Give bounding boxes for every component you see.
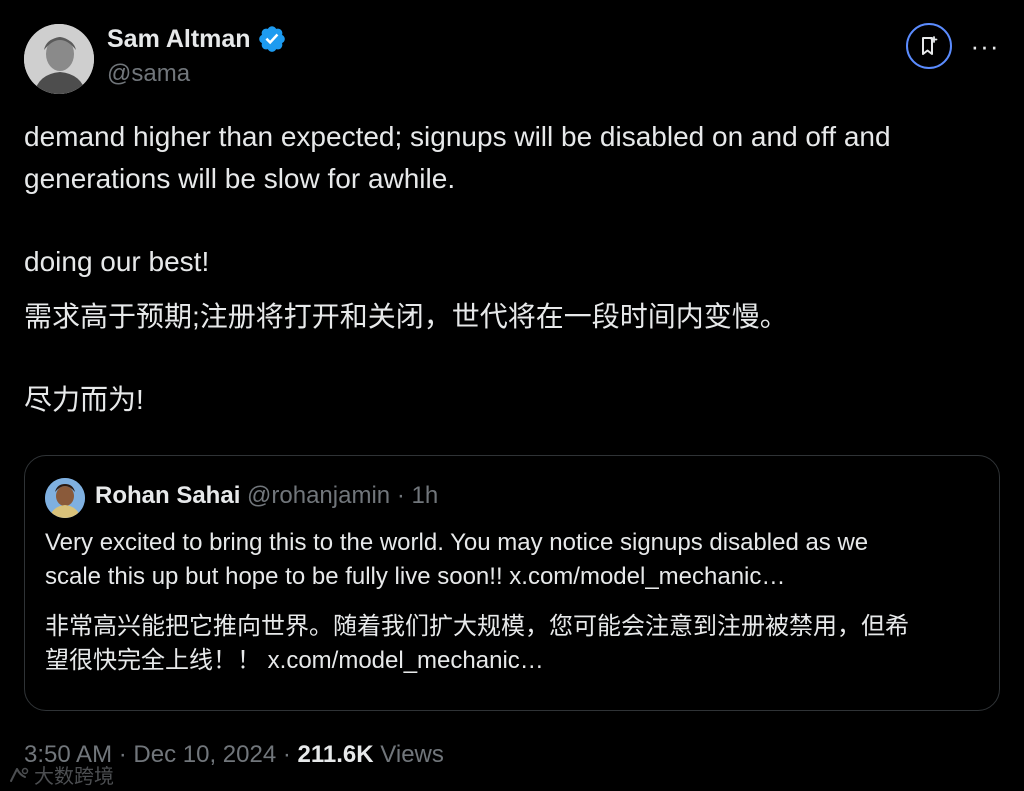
quote-text: Very excited to bring this to the world.… — [45, 526, 985, 678]
quote-line: Very excited to bring this to the world.… — [45, 529, 869, 556]
grok-icon — [922, 36, 938, 55]
quote-line: scale this up but hope to be fully live … — [45, 563, 786, 590]
meta-separator: · — [282, 741, 291, 768]
tweet-line: generations will be slow for awhile. — [24, 163, 456, 194]
tweet-line: 需求高于预期;注册将打开和关闭，世代将在一段时间内变慢。 — [24, 301, 788, 332]
author-avatar[interactable] — [24, 24, 94, 94]
quote-avatar[interactable] — [45, 478, 85, 518]
quote-line: 非常高兴能把它推向世界。随着我们扩大规模，您可能会注意到注册被禁用，但希 — [45, 613, 909, 640]
quote-separator: · — [396, 482, 405, 509]
quote-timestamp[interactable]: 1h — [411, 482, 438, 509]
quote-author-name[interactable]: Rohan Sahai — [95, 482, 240, 509]
more-icon[interactable]: ··· — [968, 31, 1002, 61]
views-label: Views — [380, 741, 444, 768]
tweet-line: doing our best! — [24, 246, 210, 277]
views-count: 211.6K — [297, 741, 374, 768]
grok-button[interactable] — [906, 23, 952, 69]
meta-separator: · — [118, 741, 127, 768]
quote-author-handle[interactable]: @rohanjamin — [247, 482, 390, 509]
avatar-photo — [24, 24, 94, 94]
watermark-text: 大数跨境 — [34, 766, 114, 788]
watermark-logo-icon — [10, 767, 29, 782]
quote-header: Rohan Sahai @rohanjamin · 1h — [95, 482, 438, 510]
tweet: Sam Altman @sama ··· demand higher than … — [0, 0, 1024, 791]
quote-line: 望很快完全上线！！ x.com/model_mechanic… — [45, 647, 544, 674]
tweet-text: demand higher than expected; signups wil… — [24, 116, 994, 421]
tweet-line: demand higher than expected; signups wil… — [24, 121, 891, 152]
tweet-date[interactable]: Dec 10, 2024 — [133, 741, 276, 768]
author-name-row[interactable]: Sam Altman — [107, 24, 287, 54]
quote-avatar-photo — [45, 478, 85, 518]
author-name[interactable]: Sam Altman — [107, 25, 251, 54]
verified-badge-icon[interactable] — [257, 24, 287, 54]
author-handle[interactable]: @sama — [107, 60, 190, 88]
tweet-line: 尽力而为! — [24, 384, 144, 415]
watermark: 大数跨境 — [8, 760, 114, 789]
quoted-tweet[interactable]: Rohan Sahai @rohanjamin · 1h Very excite… — [24, 455, 1000, 711]
